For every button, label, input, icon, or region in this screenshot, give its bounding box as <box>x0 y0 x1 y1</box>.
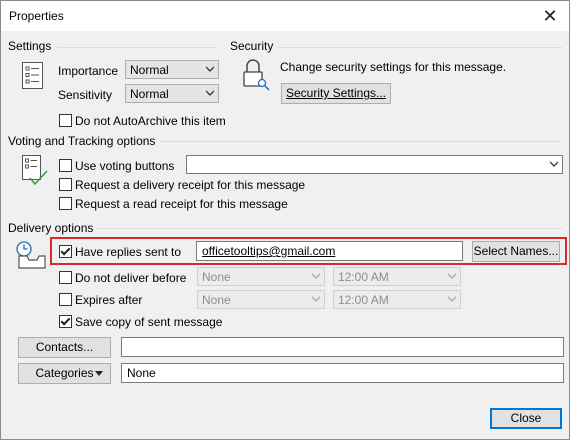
expires-checkbox[interactable] <box>59 293 72 306</box>
settings-heading: Settings <box>8 39 52 53</box>
chevron-down-icon <box>312 273 320 279</box>
importance-select[interactable]: Normal <box>125 60 219 79</box>
chevron-down-icon <box>448 273 456 279</box>
voting-buttons-select[interactable] <box>186 155 563 174</box>
security-description: Change security settings for this messag… <box>280 60 507 74</box>
expires-date-select[interactable]: None <box>197 290 325 309</box>
chevron-down-icon <box>206 90 214 96</box>
delivery-heading: Delivery options <box>8 221 94 235</box>
autoarchive-label: Do not AutoArchive this item <box>75 114 226 128</box>
delivery-receipt-checkbox[interactable] <box>59 178 72 191</box>
sensitivity-label: Sensitivity <box>58 88 113 102</box>
chevron-down-icon <box>550 161 558 167</box>
delivery-clock-icon <box>16 241 46 269</box>
importance-label: Importance <box>58 64 119 78</box>
chevron-down-icon <box>312 296 320 302</box>
properties-list-icon <box>22 62 43 89</box>
expires-label: Expires after <box>75 293 143 307</box>
lock-icon <box>243 59 270 91</box>
do-not-deliver-checkbox[interactable] <box>59 271 72 284</box>
chevron-down-icon <box>448 296 456 302</box>
save-copy-label: Save copy of sent message <box>75 315 223 329</box>
use-voting-checkbox[interactable] <box>59 159 72 172</box>
expires-time-select[interactable]: 12:00 AM <box>333 290 461 309</box>
voting-divider <box>160 141 562 142</box>
do-not-deliver-time-select[interactable]: 12:00 AM <box>333 267 461 286</box>
dropdown-arrow-icon <box>95 371 103 376</box>
select-names-button[interactable]: Select Names... <box>472 241 560 262</box>
autoarchive-checkbox[interactable] <box>59 114 72 127</box>
read-receipt-label: Request a read receipt for this message <box>75 197 288 211</box>
security-heading: Security <box>230 39 274 53</box>
delivery-receipt-label: Request a delivery receipt for this mess… <box>75 178 306 192</box>
read-receipt-checkbox[interactable] <box>59 197 72 210</box>
title-bar: Properties ✕ <box>1 1 569 31</box>
voting-heading: Voting and Tracking options <box>8 134 156 148</box>
delivery-divider <box>97 228 562 229</box>
security-settings-button[interactable]: Security Settings... <box>281 83 391 104</box>
replies-address-field[interactable]: officetooltips@gmail.com <box>196 241 463 261</box>
use-voting-label: Use voting buttons <box>75 159 175 173</box>
voting-list-icon <box>22 155 48 186</box>
do-not-deliver-date-select[interactable]: None <box>197 267 325 286</box>
replies-label: Have replies sent to <box>75 245 182 259</box>
categories-button[interactable]: Categories <box>18 363 111 384</box>
close-button[interactable]: Close <box>490 408 562 429</box>
security-divider <box>278 47 562 48</box>
properties-dialog: Properties ✕ Settings Importance Normal … <box>0 0 570 440</box>
replies-checkbox[interactable] <box>59 245 72 258</box>
close-icon[interactable]: ✕ <box>539 5 561 27</box>
dialog-title: Properties <box>9 9 64 23</box>
settings-divider <box>57 47 217 48</box>
contacts-button[interactable]: Contacts... <box>18 337 111 358</box>
do-not-deliver-label: Do not deliver before <box>75 271 187 285</box>
sensitivity-select[interactable]: Normal <box>125 84 219 103</box>
chevron-down-icon <box>206 66 214 72</box>
contacts-field[interactable] <box>121 337 564 357</box>
save-copy-checkbox[interactable] <box>59 315 72 328</box>
categories-field[interactable]: None <box>121 363 564 383</box>
